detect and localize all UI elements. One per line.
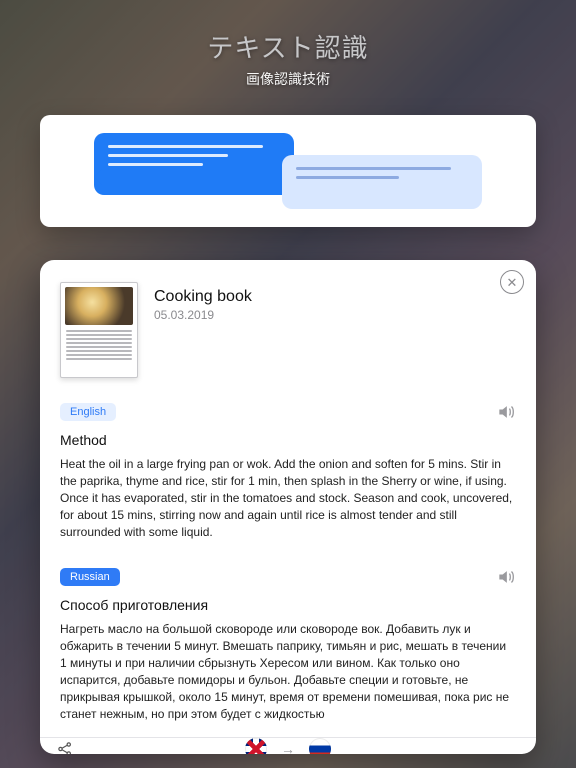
close-icon: ✕ (507, 276, 518, 289)
target-flag-icon[interactable] (309, 738, 331, 754)
source-flag-icon[interactable] (245, 738, 267, 754)
share-button[interactable] (56, 740, 74, 754)
target-speaker-button[interactable] (496, 567, 516, 587)
panel-footer: → (40, 737, 536, 754)
chat-bubble-outgoing (94, 133, 294, 195)
arrow-right-icon: → (281, 741, 295, 754)
target-heading: Способ приготовления (60, 597, 516, 613)
document-title: Cooking book (154, 288, 252, 306)
thumbnail-photo (65, 287, 133, 325)
close-button[interactable]: ✕ (500, 270, 524, 294)
result-panel: ✕ Cooking book 05.03.2019 English M (40, 260, 536, 754)
source-body: Heat the oil in a large frying pan or wo… (60, 456, 516, 541)
chat-bubble-incoming (282, 155, 482, 209)
language-switcher[interactable]: → (245, 738, 331, 754)
speaker-icon (496, 402, 516, 422)
source-language-badge[interactable]: English (60, 403, 116, 421)
source-section: English Method Heat the oil in a large f… (40, 390, 536, 555)
target-language-badge[interactable]: Russian (60, 568, 120, 586)
document-header: Cooking book 05.03.2019 (40, 274, 536, 390)
hero-subtitle: 画像認識技術 (0, 69, 576, 89)
speaker-icon (496, 567, 516, 587)
source-speaker-button[interactable] (496, 402, 516, 422)
document-date: 05.03.2019 (154, 308, 252, 322)
document-thumbnail[interactable] (60, 282, 138, 378)
source-heading: Method (60, 432, 516, 448)
target-body: Нагреть масло на большой сковороде или с… (60, 621, 516, 723)
target-section: Russian Способ приготовления Нагреть мас… (40, 555, 536, 737)
chat-illustration-card (40, 115, 536, 227)
thumbnail-text-lines (65, 328, 133, 373)
share-icon (56, 740, 74, 754)
